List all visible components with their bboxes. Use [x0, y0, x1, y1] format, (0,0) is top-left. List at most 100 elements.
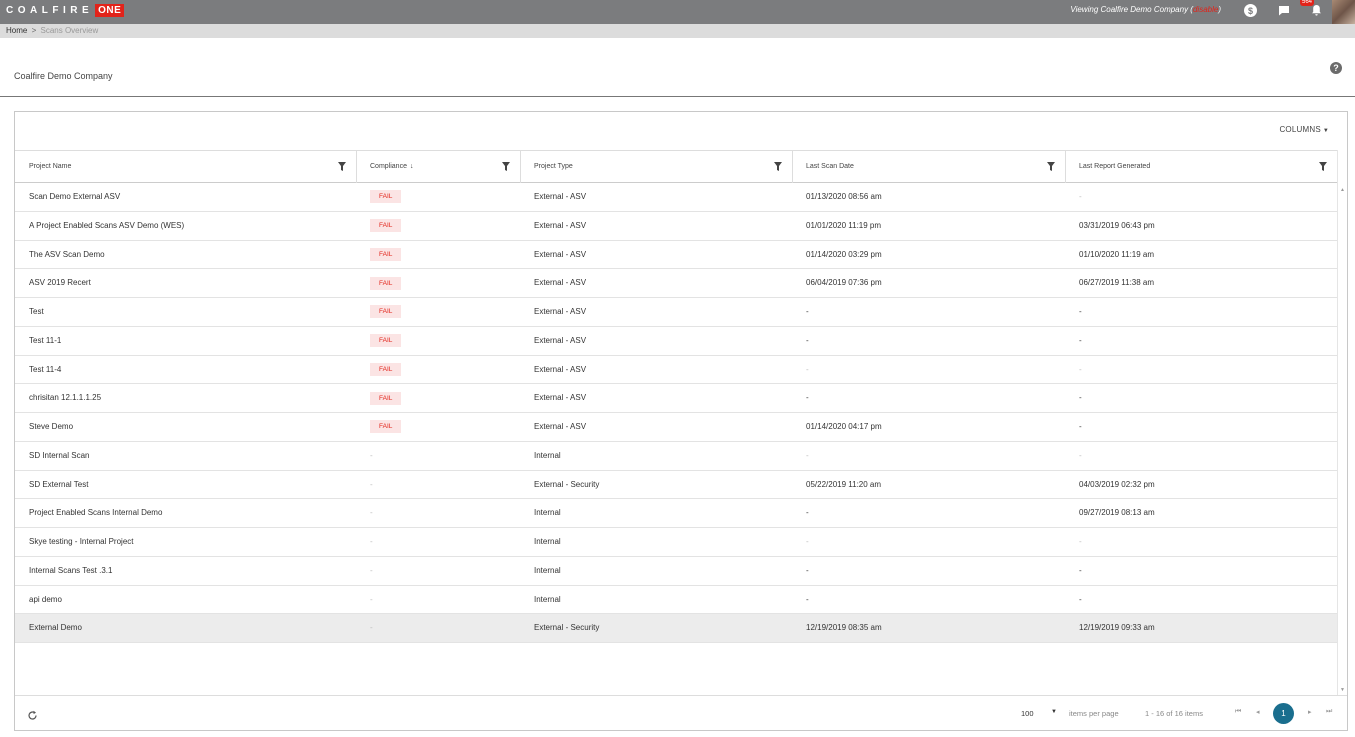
per-page-dropdown-icon[interactable]: ▼ — [1051, 709, 1057, 715]
project-name-cell[interactable]: Steve Demo — [29, 413, 73, 441]
table-row[interactable]: Test 11-1 FAIL External - ASV - - — [15, 327, 1337, 356]
compliance-cell: - — [370, 450, 373, 460]
table-row[interactable]: External Demo - External - Security 12/19/2… — [15, 614, 1337, 643]
project-type-cell: External - Security — [534, 479, 600, 489]
project-name-cell[interactable]: chrisitan 12.1.1.1.25 — [29, 384, 101, 412]
last-scan-date-cell: - — [806, 565, 809, 575]
table-row[interactable]: api demo - Internal - - — [15, 586, 1337, 615]
last-scan-date-cell: 01/13/2020 08:56 am — [806, 192, 882, 201]
per-page-select[interactable]: 100 — [1021, 709, 1034, 718]
compliance-cell: - — [370, 623, 373, 633]
project-name-cell[interactable]: Test — [29, 298, 44, 326]
project-name-cell[interactable]: Project Enabled Scans Internal Demo — [29, 499, 162, 527]
last-page-icon[interactable]: ⏭ — [1326, 708, 1332, 716]
project-name-cell[interactable]: A Project Enabled Scans ASV Demo (WES) — [29, 212, 184, 240]
column-header[interactable]: Project Name — [15, 151, 71, 183]
column-separator[interactable] — [520, 151, 521, 183]
bell-icon[interactable] — [1309, 3, 1323, 17]
table-row[interactable]: SD Internal Scan - Internal - - — [15, 442, 1337, 471]
project-name-cell[interactable]: Test 11-4 — [29, 356, 61, 384]
column-separator[interactable] — [356, 151, 357, 183]
user-avatar[interactable] — [1332, 0, 1355, 24]
table-row[interactable]: Skye testing - Internal Project - Internal… — [15, 528, 1337, 557]
table-row[interactable]: The ASV Scan Demo FAIL External - ASV 01/14… — [15, 241, 1337, 270]
project-type-cell: External - ASV — [534, 307, 587, 316]
project-name-cell[interactable]: api demo — [29, 586, 62, 614]
column-header-label: Project Type — [534, 163, 573, 170]
compliance-cell: - — [370, 508, 373, 518]
filter-icon[interactable] — [1047, 162, 1055, 171]
items-info: 1 - 16 of 16 items — [1145, 709, 1203, 718]
project-type-cell: External - ASV — [534, 335, 587, 345]
fail-status-badge: FAIL — [370, 334, 402, 348]
filter-icon[interactable] — [338, 162, 346, 171]
breadcrumb-home[interactable]: Home — [6, 26, 27, 35]
refresh-icon[interactable] — [27, 708, 38, 720]
project-name-cell[interactable]: The ASV Scan Demo — [29, 241, 105, 269]
viewing-prefix: Viewing Coalfire Demo Company ( — [1070, 5, 1193, 14]
last-scan-date-cell: 01/14/2020 04:17 pm — [806, 422, 882, 431]
column-header[interactable]: Project Type — [520, 151, 573, 183]
table-row[interactable]: chrisitan 12.1.1.1.25 FAIL External - ASV -… — [15, 384, 1337, 413]
project-name-cell[interactable]: ASV 2019 Recert — [29, 269, 91, 297]
dollar-icon[interactable]: $ — [1244, 4, 1257, 17]
project-name-cell[interactable]: Test 11-1 — [29, 327, 61, 355]
last-report-cell: - — [1079, 422, 1082, 431]
compliance-cell: - — [370, 594, 373, 604]
table-row[interactable]: ASV 2019 Recert FAIL External - ASV 06/04/2… — [15, 269, 1337, 298]
per-page-label: items per page — [1069, 709, 1119, 718]
compliance-cell: - — [370, 537, 373, 546]
project-type-cell: External - ASV — [534, 220, 587, 230]
last-scan-date-cell: - — [806, 508, 809, 518]
table-row[interactable]: Scan Demo External ASV FAIL External - ASV… — [15, 183, 1337, 212]
filter-icon[interactable] — [502, 162, 510, 171]
pager: 100 ▼ items per page 1 - 16 of 16 items … — [15, 695, 1347, 731]
fail-status-badge: FAIL — [370, 362, 402, 376]
project-name-cell[interactable]: Skye testing - Internal Project — [29, 528, 134, 556]
scroll-down-arrow-icon[interactable]: ▼ — [1340, 687, 1345, 693]
table-row[interactable]: SD External Test - External - Security 05/2… — [15, 471, 1337, 500]
help-icon[interactable]: ? — [1330, 62, 1342, 74]
table-row[interactable]: Project Enabled Scans Internal Demo - Inte… — [15, 499, 1337, 528]
column-separator[interactable] — [792, 151, 793, 183]
column-separator[interactable] — [1065, 151, 1066, 183]
project-type-cell: External - ASV — [534, 422, 587, 431]
table-row[interactable]: Steve Demo FAIL External - ASV 01/14/2020 0… — [15, 413, 1337, 442]
project-name-cell[interactable]: SD External Test — [29, 471, 88, 499]
last-report-cell: - — [1079, 594, 1082, 604]
logo-badge: ONE — [95, 3, 125, 17]
columns-button[interactable]: COLUMNS ▼ — [1279, 125, 1329, 134]
project-type-cell: External - ASV — [534, 364, 587, 374]
project-name-cell[interactable]: SD Internal Scan — [29, 442, 89, 470]
project-name-cell[interactable]: Internal Scans Test .3.1 — [29, 557, 112, 585]
fail-status-badge: FAIL — [370, 420, 402, 434]
table-row[interactable]: A Project Enabled Scans ASV Demo (WES) FA… — [15, 212, 1337, 241]
project-type-cell: External - ASV — [534, 393, 587, 403]
project-name-cell[interactable]: Scan Demo External ASV — [29, 183, 120, 211]
filter-icon[interactable] — [774, 162, 782, 171]
disable-link[interactable]: disable — [1193, 5, 1218, 14]
scroll-up-arrow-icon[interactable]: ▲ — [1340, 187, 1345, 193]
grid-header: Project Name Compliance ↓ Project Type Last … — [15, 150, 1337, 183]
project-name-cell[interactable]: External Demo — [29, 614, 82, 642]
chat-icon[interactable] — [1277, 3, 1291, 17]
column-header[interactable]: Last Scan Date — [792, 151, 854, 183]
table-row[interactable]: Test 11-4 FAIL External - ASV - - — [15, 356, 1337, 385]
last-report-cell: 12/19/2019 09:33 am — [1079, 623, 1155, 633]
column-header-label: Project Name — [29, 163, 72, 170]
vertical-scrollbar[interactable]: ▲ ▼ — [1337, 150, 1348, 696]
last-report-cell: - — [1079, 335, 1082, 345]
header-divider — [0, 96, 1355, 97]
compliance-cell: FAIL — [370, 269, 402, 297]
filter-icon[interactable] — [1319, 162, 1327, 171]
table-row[interactable]: Internal Scans Test .3.1 - Internal - - — [15, 557, 1337, 586]
sort-arrow-icon[interactable]: ↓ — [410, 163, 414, 170]
first-page-icon[interactable]: ⏮ — [1235, 708, 1241, 716]
page-button-current[interactable]: 1 — [1273, 703, 1294, 724]
column-header[interactable]: Compliance ↓ — [356, 151, 413, 183]
coalfire-logo[interactable]: COALFIRE ONE — [6, 3, 125, 17]
column-header[interactable]: Last Report Generated — [1065, 151, 1150, 183]
table-row[interactable]: Test FAIL External - ASV - - — [15, 298, 1337, 327]
prev-page-icon[interactable]: ◂ — [1256, 708, 1260, 716]
next-page-icon[interactable]: ▸ — [1308, 708, 1312, 716]
